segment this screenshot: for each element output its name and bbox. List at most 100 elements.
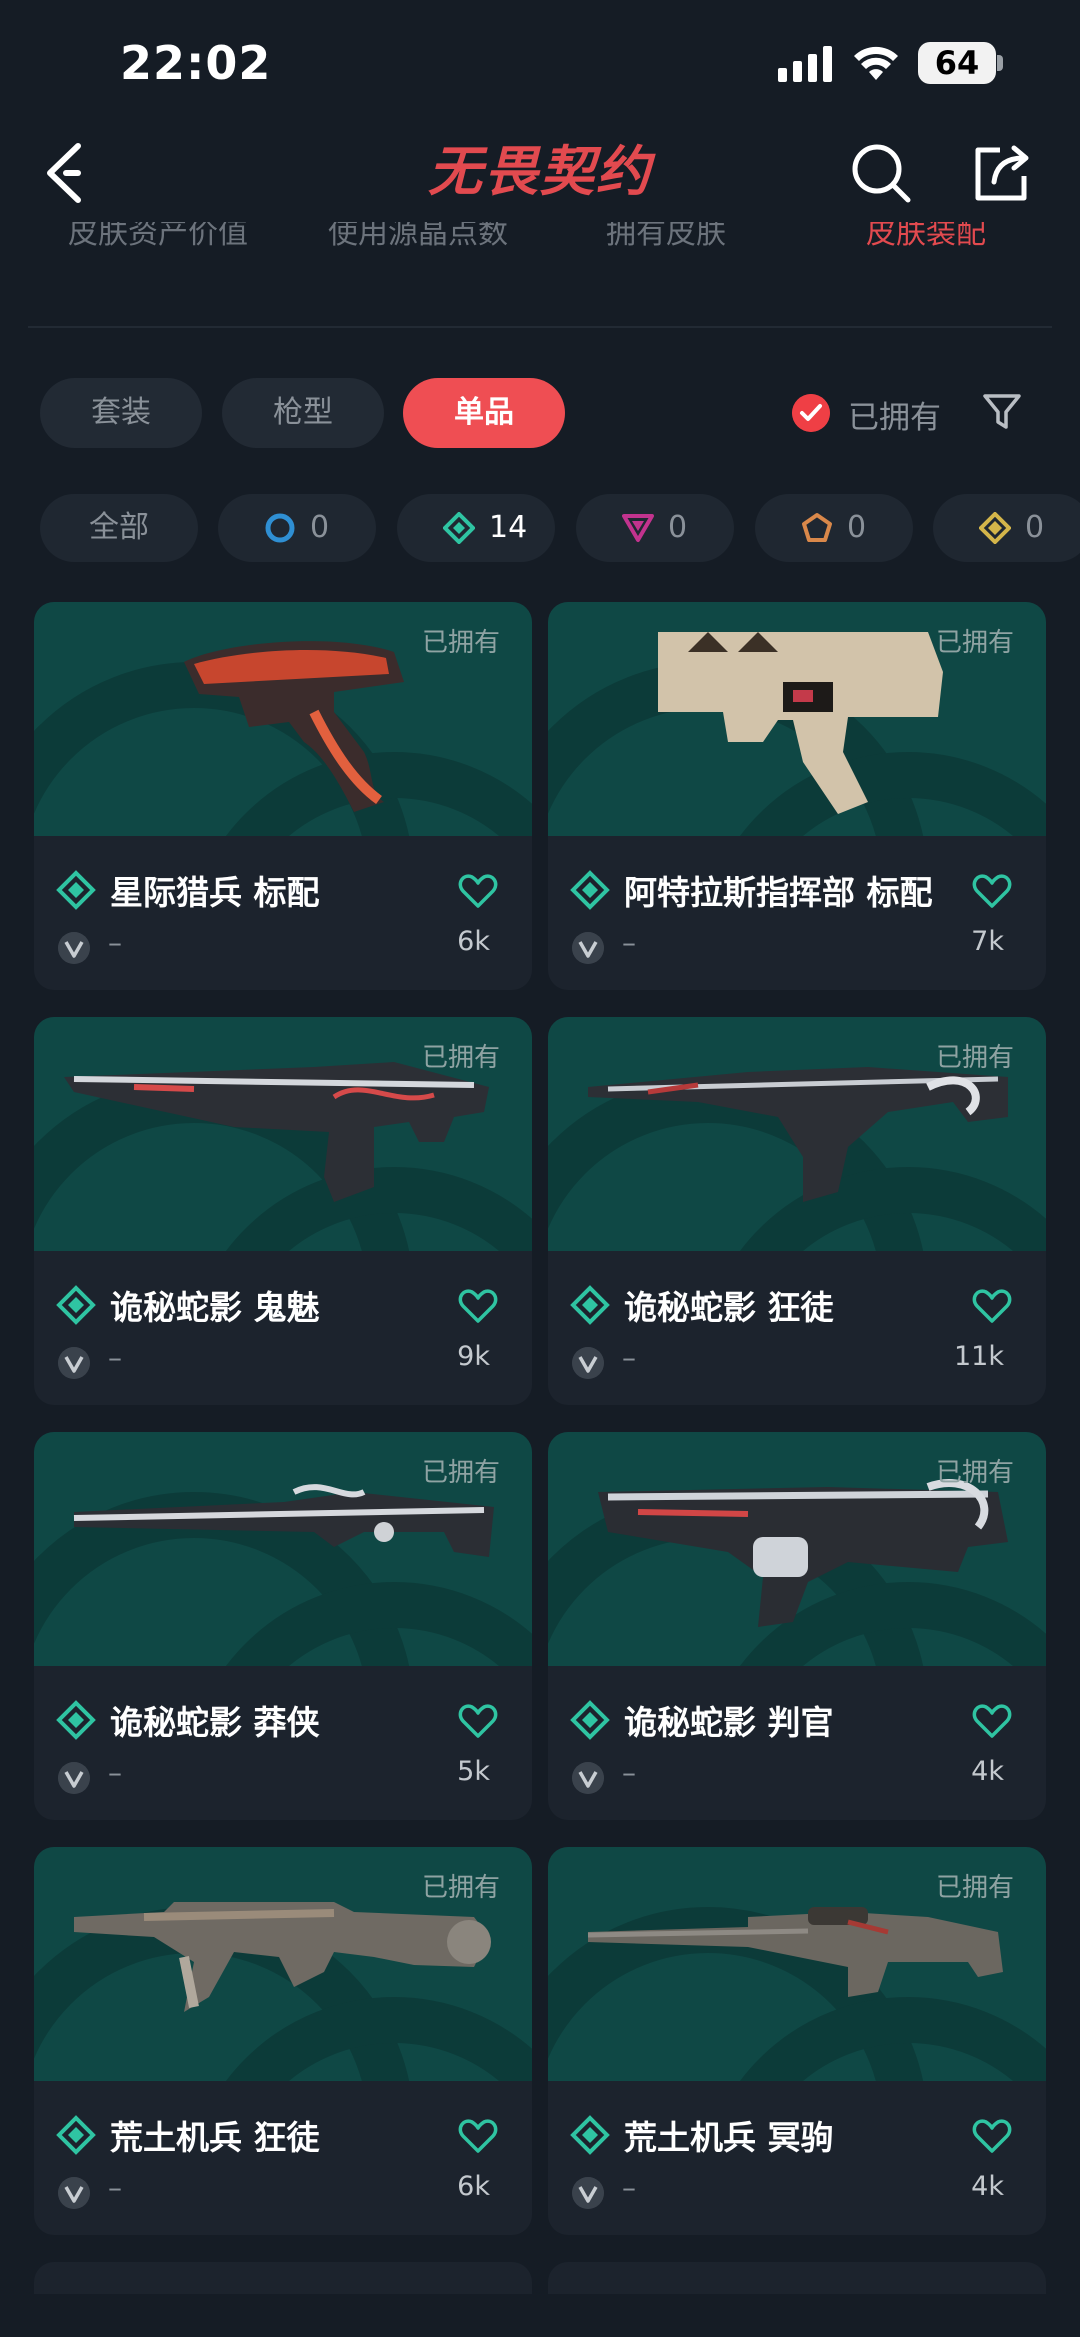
battery-tip: [997, 55, 1003, 71]
skin-image: 已拥有: [548, 602, 1046, 836]
tier-all-label: 全部: [89, 510, 149, 545]
valorant-points-icon: [58, 932, 90, 964]
price-value: –: [108, 926, 122, 959]
like-count: 4k: [971, 1756, 1004, 1787]
owned-badge: 已拥有: [935, 1873, 1014, 1903]
owned-badge: 已拥有: [935, 628, 1014, 658]
valorant-points-icon: [572, 1347, 604, 1379]
skin-name: 星际猎兵 标配: [110, 873, 320, 912]
tier-chip-ultra[interactable]: 0: [933, 494, 1080, 562]
cellular-signal-icon: [778, 46, 832, 82]
filter-pill-bundle[interactable]: 套装: [40, 378, 202, 448]
tier-count: 0: [310, 510, 330, 545]
tier-chip-all[interactable]: 全部: [40, 494, 198, 562]
skin-card[interactable]: 已拥有诡秘蛇影 鬼魅 – 9k: [34, 1017, 532, 1405]
back-chevron-icon[interactable]: [42, 140, 92, 206]
like-count: 7k: [971, 926, 1004, 957]
ultra-tier-icon: [979, 512, 1011, 544]
tier-count: 0: [1025, 510, 1045, 545]
heart-icon[interactable]: [458, 1702, 498, 1740]
deluxe-tier-icon: [56, 1285, 96, 1325]
premium-tier-icon: [622, 514, 654, 542]
valorant-points-icon: [572, 1762, 604, 1794]
heart-icon[interactable]: [458, 1287, 498, 1325]
tab-radianite-points[interactable]: 使用源晶点数: [328, 222, 508, 252]
skin-image: 已拥有: [34, 1847, 532, 2081]
owned-badge: 已拥有: [935, 1043, 1014, 1073]
search-icon[interactable]: [850, 142, 912, 204]
skin-name: 阿特拉斯指挥部 标配: [624, 873, 933, 912]
valorant-points-icon: [572, 932, 604, 964]
like-count: 9k: [457, 1341, 490, 1372]
wifi-icon: [854, 46, 898, 80]
owned-badge: 已拥有: [421, 1873, 500, 1903]
like-count: 6k: [457, 926, 490, 957]
owned-badge: 已拥有: [421, 1458, 500, 1488]
divider: [28, 326, 1052, 328]
filter-pill-single-item[interactable]: 单品: [403, 378, 565, 448]
filter-pill-weapon-type[interactable]: 枪型: [222, 378, 384, 448]
heart-icon[interactable]: [458, 872, 498, 910]
select-tier-icon: [265, 513, 295, 543]
skin-image: 已拥有: [548, 1017, 1046, 1251]
price-value: –: [108, 2171, 122, 2204]
owned-badge: 已拥有: [421, 1043, 500, 1073]
share-icon[interactable]: [972, 142, 1032, 204]
skin-name: 荒土机兵 冥驹: [624, 2118, 834, 2157]
price-value: –: [622, 1756, 636, 1789]
deluxe-tier-icon: [570, 2115, 610, 2155]
skin-image: 已拥有: [34, 1017, 532, 1251]
deluxe-tier-icon: [570, 1700, 610, 1740]
skin-name: 诡秘蛇影 判官: [624, 1703, 834, 1742]
tab-skin-loadout[interactable]: 皮肤装配: [866, 222, 986, 252]
tier-chip-select[interactable]: 0: [218, 494, 376, 562]
price-value: –: [108, 1756, 122, 1789]
exclusive-tier-icon: [802, 513, 832, 542]
price-value: –: [622, 1341, 636, 1374]
owned-checkbox-icon[interactable]: [792, 394, 830, 432]
skin-card[interactable]: 已拥有诡秘蛇影 莽侠 – 5k: [34, 1432, 532, 1820]
skin-card[interactable]: 已拥有阿特拉斯指挥部 标配 – 7k: [548, 602, 1046, 990]
skin-name: 荒土机兵 狂徒: [110, 2118, 320, 2157]
bottom-safe-area: [0, 2294, 1080, 2337]
skin-card[interactable]: 已拥有荒土机兵 狂徒 – 6k: [34, 1847, 532, 2235]
status-time: 22:02: [120, 36, 272, 90]
skin-image: 已拥有: [34, 1432, 532, 1666]
sub-tab-row: 皮肤资产价值 使用源晶点数 拥有皮肤 皮肤装配: [40, 222, 1050, 252]
valorant-points-icon: [572, 2177, 604, 2209]
tab-owned-skins[interactable]: 拥有皮肤: [606, 222, 726, 252]
heart-icon[interactable]: [972, 1702, 1012, 1740]
price-value: –: [108, 1341, 122, 1374]
tier-chip-premium[interactable]: 0: [576, 494, 734, 562]
skin-image: 已拥有: [548, 1847, 1046, 2081]
like-count: 6k: [457, 2171, 490, 2202]
tab-asset-value[interactable]: 皮肤资产价值: [68, 222, 248, 252]
tier-chip-exclusive[interactable]: 0: [755, 494, 913, 562]
battery-indicator: 64: [918, 42, 996, 84]
price-value: –: [622, 2171, 636, 2204]
tier-count: 14: [489, 510, 528, 545]
tier-count: 0: [668, 510, 688, 545]
valorant-points-icon: [58, 1347, 90, 1379]
heart-icon[interactable]: [458, 2117, 498, 2155]
filter-funnel-icon[interactable]: [982, 392, 1022, 432]
deluxe-tier-icon: [570, 870, 610, 910]
like-count: 11k: [954, 1341, 1004, 1372]
heart-icon[interactable]: [972, 1287, 1012, 1325]
skin-name: 诡秘蛇影 狂徒: [624, 1288, 834, 1327]
skin-card[interactable]: 已拥有诡秘蛇影 狂徒 – 11k: [548, 1017, 1046, 1405]
like-count: 5k: [457, 1756, 490, 1787]
skin-card[interactable]: 已拥有 荒土机兵 冥驹 – 4k: [548, 1847, 1046, 2235]
owned-badge: 已拥有: [935, 1458, 1014, 1488]
owned-filter-label[interactable]: 已拥有: [848, 392, 941, 437]
heart-icon[interactable]: [972, 872, 1012, 910]
heart-icon[interactable]: [972, 2117, 1012, 2155]
tier-chip-deluxe[interactable]: 14: [397, 494, 555, 562]
skin-name: 诡秘蛇影 莽侠: [110, 1703, 320, 1742]
skin-card[interactable]: 已拥有 星际猎兵 标配 – 6k: [34, 602, 532, 990]
price-value: –: [622, 926, 636, 959]
skin-name: 诡秘蛇影 鬼魅: [110, 1288, 320, 1327]
skin-card[interactable]: 已拥有诡秘蛇影 判官 – 4k: [548, 1432, 1046, 1820]
deluxe-tier-icon: [570, 1285, 610, 1325]
deluxe-tier-icon: [56, 1700, 96, 1740]
